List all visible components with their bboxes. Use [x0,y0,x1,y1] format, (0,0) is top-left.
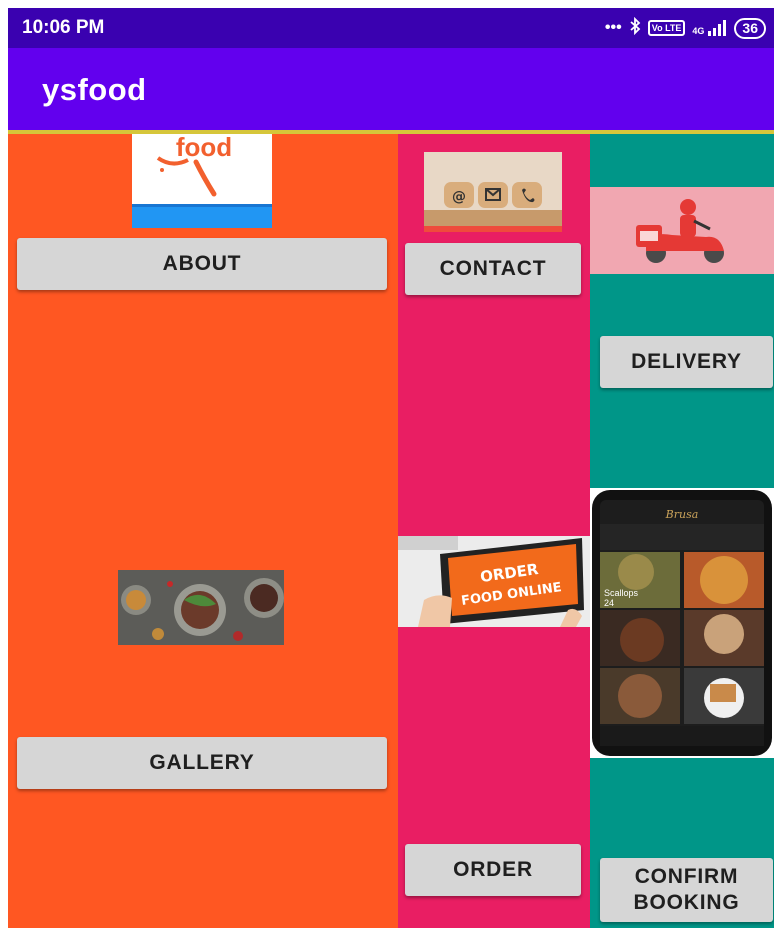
food-logo-image: food [132,134,272,228]
delivery-button[interactable]: DELIVERY [600,336,773,388]
svg-text:24: 24 [604,598,614,608]
status-icons: ••• Vo LTE 4G 36 [605,14,766,42]
battery-icon: 36 [734,17,766,39]
svg-text:food: food [176,134,232,162]
contact-button[interactable]: CONTACT [405,243,581,295]
more-notifications-icon: ••• [604,19,622,36]
svg-text:Scallops: Scallops [604,588,639,598]
contact-image: @ [424,152,562,232]
app-bar: ysfood [8,48,774,130]
volte-icon: Vo LTE [647,20,686,36]
status-time: 10:06 PM [22,17,105,38]
delivery-image [590,187,774,274]
order-online-image: ORDER FOOD ONLINE [398,536,590,627]
phone-app-image: Brusa Scallops 24 [590,488,774,758]
svg-text:@: @ [452,189,466,205]
gallery-button[interactable]: GALLERY [17,737,387,789]
confirm-booking-button[interactable]: CONFIRM BOOKING [600,858,773,922]
app-title: ysfood [42,72,147,107]
svg-text:Brusa: Brusa [665,508,699,521]
about-button[interactable]: ABOUT [17,238,387,290]
gallery-image [118,570,284,645]
order-button[interactable]: ORDER [405,844,581,896]
bluetooth-icon [629,16,641,40]
signal-icon: 4G [692,20,727,36]
status-bar: 10:06 PM ••• Vo LTE 4G 36 [8,8,774,48]
